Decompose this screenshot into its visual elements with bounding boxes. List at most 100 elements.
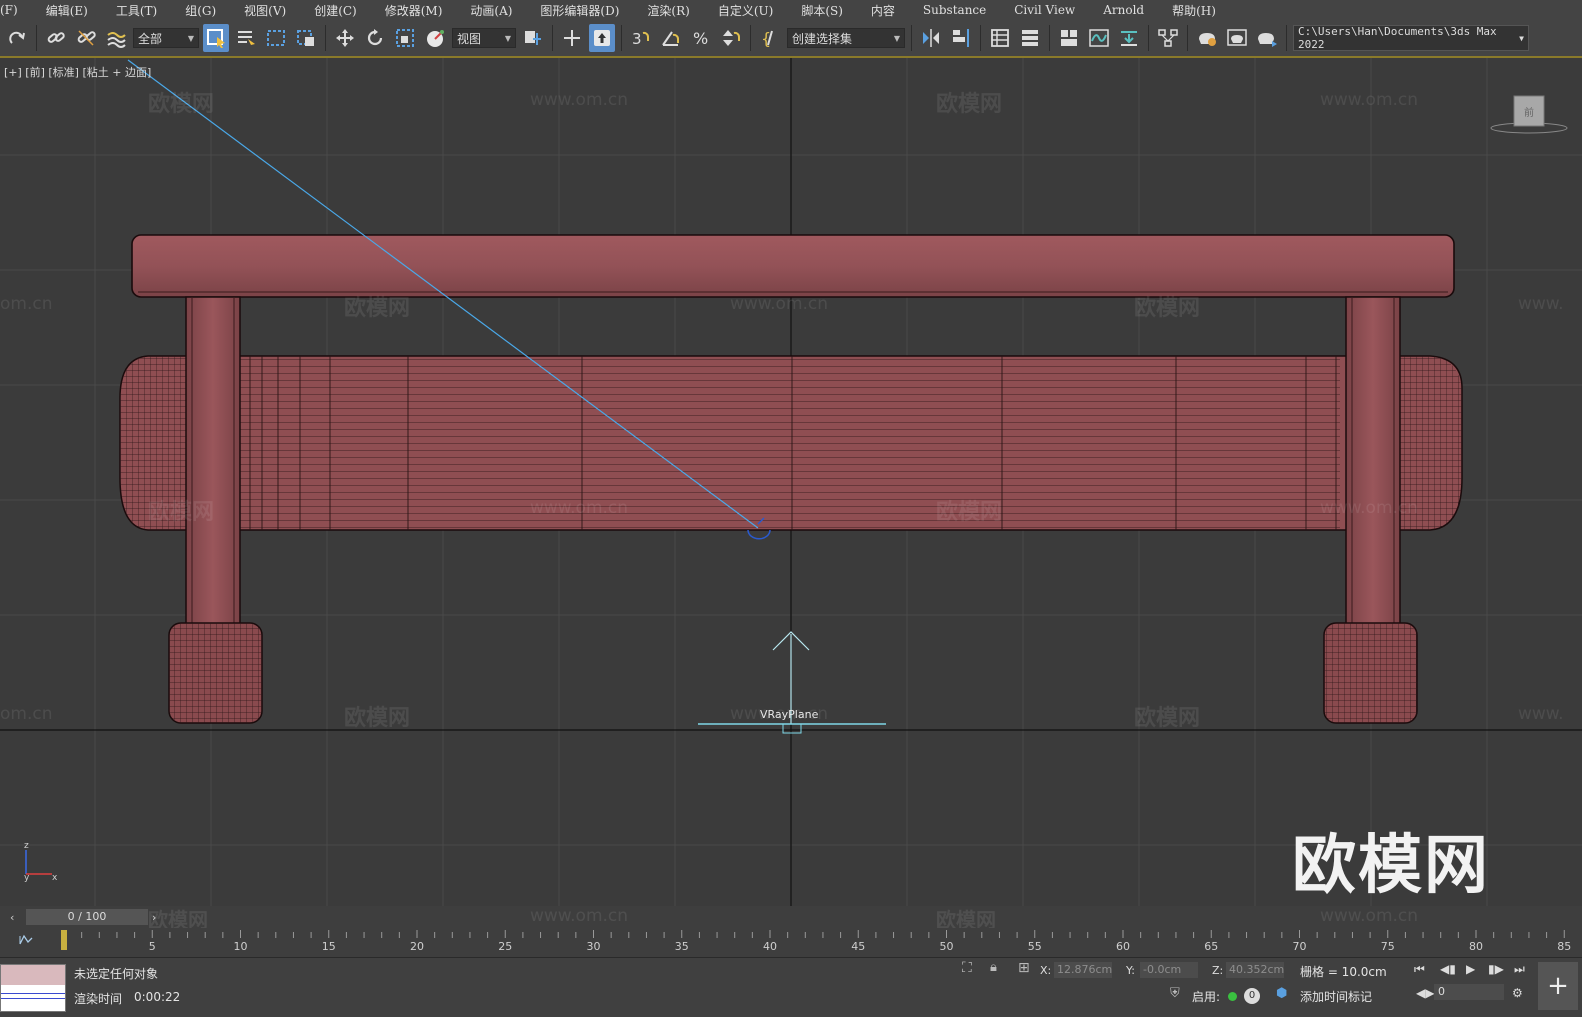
selection-filter-dropdown[interactable]: 全部 ▼ <box>133 28 199 48</box>
top-rail[interactable] <box>131 234 1455 298</box>
watermark: 欧模网 <box>344 296 411 321</box>
render-production-icon[interactable] <box>1254 24 1280 52</box>
move-icon[interactable] <box>332 24 358 52</box>
maxscript-listener-preview[interactable] <box>0 964 66 1012</box>
viewport-label[interactable]: [+] [前] [标准] [粘土 + 边面] <box>4 64 151 80</box>
enabled-count[interactable]: 0 <box>1244 988 1260 1004</box>
key-mode-toggle-icon[interactable]: ◀▶ <box>1416 986 1434 1000</box>
rendered-frame-window-icon[interactable] <box>1224 24 1250 52</box>
curve-editor-icon[interactable] <box>19 934 33 945</box>
snap-3d-icon[interactable]: 3 <box>628 24 654 52</box>
menu-item[interactable]: 内容 <box>857 2 909 19</box>
window-crossing-icon[interactable] <box>293 24 319 52</box>
edit-named-selection-icon[interactable]: { <box>757 24 783 52</box>
status-message: 未选定任何对象 <box>74 967 159 981</box>
dope-sheet-icon[interactable] <box>1116 24 1142 52</box>
keyboard-shortcut-override-icon[interactable] <box>589 24 615 52</box>
watermark: www.om.cn <box>530 498 629 518</box>
watermark: 欧模网 <box>936 92 1003 117</box>
vray-plane-label: VRayPlane <box>760 708 819 721</box>
leg-left[interactable] <box>185 296 241 628</box>
menu-item[interactable]: 动画(A) <box>456 2 526 19</box>
timeline-tick-label: 65 <box>1204 940 1218 953</box>
menu-item[interactable]: 帮助(H) <box>1158 2 1230 19</box>
time-tag-icon[interactable]: ⬢ <box>1276 986 1287 1001</box>
select-manipulate-icon[interactable] <box>559 24 585 52</box>
front-viewport[interactable]: 前 z y x 欧模网 www.om.cn 欧模网 www.om.cn om.c… <box>0 58 1582 906</box>
absolute-mode-icon[interactable]: ⊞ <box>1018 960 1030 976</box>
align-icon[interactable] <box>948 24 974 52</box>
go-to-start-icon[interactable]: ⏮ <box>1414 962 1425 977</box>
scene-explorer-icon[interactable] <box>987 24 1013 52</box>
redo-icon[interactable] <box>4 24 30 52</box>
mirror-icon[interactable] <box>918 24 944 52</box>
chevron-left-icon[interactable]: ‹ <box>10 911 14 924</box>
timeline-tick-label: 10 <box>234 940 248 953</box>
named-selection-dropdown[interactable]: 创建选择集 ▼ <box>787 28 905 48</box>
menu-item[interactable]: Arnold <box>1089 3 1158 17</box>
add-time-tag[interactable]: 添加时间标记 <box>1300 988 1372 1005</box>
bind-space-warp-icon[interactable] <box>103 24 129 52</box>
x-coord-field[interactable]: 12.876cm <box>1054 962 1112 978</box>
go-to-end-icon[interactable]: ⏭ <box>1514 962 1525 977</box>
status-indicator-icon <box>1228 992 1237 1001</box>
previous-frame-icon[interactable]: ◀▮ <box>1440 962 1456 976</box>
angle-snap-icon[interactable] <box>658 24 684 52</box>
spinner-snap-icon[interactable] <box>718 24 744 52</box>
menu-item[interactable]: 编辑(E) <box>32 2 102 19</box>
ref-coord-dropdown[interactable]: 视图 ▼ <box>452 28 516 48</box>
project-path-field[interactable]: C:\Users\Han\Documents\3ds Max 2022 ▼ <box>1293 25 1529 51</box>
link-icon[interactable] <box>43 24 69 52</box>
layer-explorer-icon[interactable] <box>1017 24 1043 52</box>
select-object-icon[interactable] <box>203 24 229 52</box>
place-icon[interactable] <box>422 24 448 52</box>
frame-counter[interactable]: 0 / 100 <box>26 909 148 925</box>
menu-item[interactable]: Substance <box>909 3 1000 17</box>
isolate-selection-icon[interactable]: ⛶ <box>962 960 972 976</box>
lock-icon[interactable]: 🔒︎ <box>990 960 997 975</box>
play-icon[interactable]: ▶ <box>1466 962 1475 976</box>
select-by-name-icon[interactable] <box>233 24 259 52</box>
watermark: www.om.cn <box>530 906 629 926</box>
next-frame-icon[interactable]: ▮▶ <box>1488 962 1504 976</box>
time-marker[interactable] <box>61 930 67 950</box>
menu-item[interactable]: 创建(C) <box>300 2 371 19</box>
scale-icon[interactable] <box>392 24 418 52</box>
menu-item[interactable]: 脚本(S) <box>787 2 857 19</box>
z-coord-field[interactable]: 40.352cm <box>1226 962 1284 978</box>
menu-item[interactable]: 组(G) <box>171 2 230 19</box>
curve-editor-icon[interactable] <box>1086 24 1112 52</box>
watermark: www.om.cn <box>1320 498 1419 518</box>
viewcube[interactable]: 前 <box>1490 95 1568 134</box>
watermark: www. <box>1518 294 1564 314</box>
watermark: www.om.cn <box>730 294 829 314</box>
time-slider[interactable]: ‹ 0 / 100 › 欧模网 www.om.cn 欧模网 www.om.cn <box>0 906 1582 932</box>
watermark: www.om.cn <box>1320 906 1419 926</box>
viewport-nav-plus-icon[interactable]: + <box>1538 962 1578 1010</box>
render-setup-icon[interactable] <box>1194 24 1220 52</box>
ribbon-toggle-icon[interactable] <box>1056 24 1082 52</box>
menu-item[interactable]: (F) <box>0 3 32 17</box>
leg-right[interactable] <box>1345 296 1401 628</box>
adaptive-degradation-icon[interactable]: ⛨ <box>1170 986 1180 1001</box>
render-time-label: 渲染时间 <box>74 992 123 1006</box>
time-config-icon[interactable]: ⚙ <box>1512 986 1523 1000</box>
menu-item[interactable]: 自定义(U) <box>704 2 787 19</box>
timeline-ruler[interactable]: 0510152025303540455055606570758085 <box>0 928 1582 958</box>
current-frame-field[interactable]: 0 <box>1434 984 1504 1000</box>
menu-item[interactable]: 工具(T) <box>102 2 171 19</box>
rectangular-selection-icon[interactable] <box>263 24 289 52</box>
percent-snap-icon[interactable]: % <box>688 24 714 52</box>
render-time-value: 0:00:22 <box>134 990 181 1004</box>
rotate-icon[interactable] <box>362 24 388 52</box>
y-coord-field[interactable]: -0.0cm <box>1140 962 1198 978</box>
unlink-icon[interactable] <box>73 24 99 52</box>
menu-item[interactable]: 视图(V) <box>230 2 300 19</box>
menu-item[interactable]: 渲染(R) <box>633 2 703 19</box>
svg-text:%: % <box>693 29 708 48</box>
menu-item[interactable]: Civil View <box>1000 3 1089 17</box>
schematic-view-icon[interactable] <box>1155 24 1181 52</box>
menu-item[interactable]: 修改器(M) <box>371 2 457 19</box>
pivot-center-icon[interactable] <box>520 24 546 52</box>
menu-item[interactable]: 图形编辑器(D) <box>526 2 633 19</box>
